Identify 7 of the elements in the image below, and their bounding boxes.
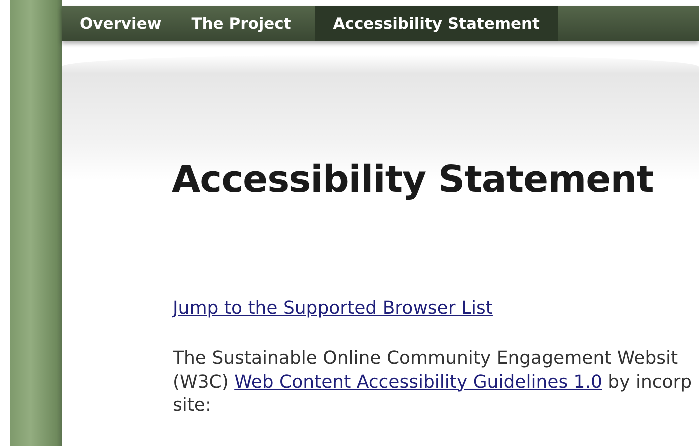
jump-link[interactable]: Jump to the Supported Browser List xyxy=(173,298,493,319)
page-heading: Accessibility Statement xyxy=(172,158,654,201)
paragraph: The Sustainable Online Community Engagement Websit (W3C) Web Content Accessibility Guidelines 1.0 by incorp site: xyxy=(173,347,694,418)
nav-tab[interactable]: Accessibility Statement xyxy=(315,6,558,41)
guidelines-link[interactable]: Web Content Accessibility Guidelines 1.0 xyxy=(234,372,602,392)
nav-tab[interactable]: The Project xyxy=(174,6,304,41)
nav-tab[interactable]: Overview xyxy=(62,6,174,41)
